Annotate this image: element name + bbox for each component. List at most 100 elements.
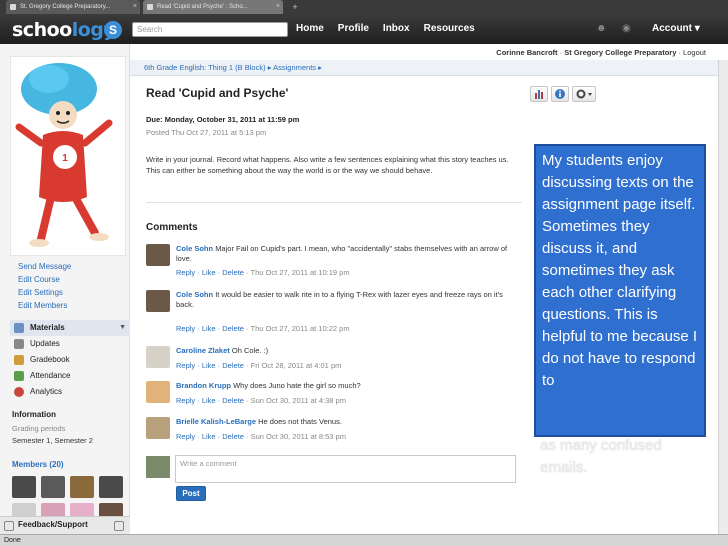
assignment-toolbar xyxy=(530,86,599,102)
reply-like-delete-links[interactable]: Reply · Like · Delete xyxy=(176,396,244,405)
annotation-callout: My students enjoy discussing texts on th… xyxy=(534,144,706,437)
people-icon[interactable]: ☻ xyxy=(596,24,608,34)
information-heading: Information xyxy=(12,410,56,419)
status-bar: Done xyxy=(0,534,728,546)
edit-members-link[interactable]: Edit Members xyxy=(18,299,71,312)
sidebar-item-analytics[interactable]: Analytics xyxy=(10,384,130,400)
commenter-name[interactable]: Caroline Zlaket xyxy=(176,346,230,355)
new-tab-button[interactable]: + xyxy=(288,1,302,13)
member-avatar[interactable] xyxy=(70,476,94,498)
avatar[interactable] xyxy=(146,417,170,439)
comment-body: Caroline Zlaket Oh Cole. :) xyxy=(176,346,520,356)
updates-icon xyxy=(14,339,24,349)
member-avatar[interactable] xyxy=(41,476,65,498)
divider xyxy=(146,202,522,203)
commenter-name[interactable]: Cole Sohn xyxy=(176,290,213,299)
analytics-icon xyxy=(14,387,24,397)
assignment-description: Write in your journal. Record what happe… xyxy=(146,155,509,175)
close-tab-icon[interactable]: × xyxy=(276,0,280,14)
commenter-name[interactable]: Cole Sohn xyxy=(176,244,213,253)
browser-tab[interactable]: St. Gregory College Preparatory... × xyxy=(6,0,140,14)
tab-title: Read 'Cupid and Psyche' : Scho... xyxy=(157,4,248,10)
comment-text: Why does Juno hate the girl so much? xyxy=(233,381,361,390)
settings-button[interactable] xyxy=(572,86,596,102)
comment-date: · Thu Oct 27, 2011 at 10:22 pm xyxy=(243,324,350,333)
page-title: Read 'Cupid and Psyche' xyxy=(146,86,289,100)
sidebar-item-updates[interactable]: Updates xyxy=(10,336,130,352)
browser-tab-bar: St. Gregory College Preparatory... × Rea… xyxy=(0,0,728,14)
comment-body: Brielle Kalish-LeBarge He does not thats… xyxy=(176,417,520,427)
info-button[interactable] xyxy=(551,86,569,102)
favicon-icon xyxy=(147,4,153,10)
scrollbar[interactable] xyxy=(718,60,728,534)
grading-periods-value: Semester 1, Semester 2 xyxy=(12,436,93,445)
nav-home[interactable]: Home xyxy=(296,14,324,44)
account-menu[interactable]: Account ▾ xyxy=(652,14,700,44)
edit-settings-link[interactable]: Edit Settings xyxy=(18,286,71,299)
comment-date: · Sun Oct 30, 2011 at 8:53 pm xyxy=(243,432,346,441)
tab-title: St. Gregory College Preparatory... xyxy=(20,4,111,10)
school-name[interactable]: St Gregory College Preparatory xyxy=(564,48,676,57)
notifications-icon[interactable]: ◉ xyxy=(622,24,634,34)
avatar[interactable] xyxy=(146,290,170,312)
logout-link[interactable]: · Logout xyxy=(678,48,706,57)
avatar xyxy=(146,456,170,478)
breadcrumb-course[interactable]: 6th Grade English: Thing 1 (B Block) xyxy=(144,63,266,72)
nav-inbox[interactable]: Inbox xyxy=(383,14,410,44)
sidebar-item-label: Materials xyxy=(30,323,65,332)
sidebar-item-label: Attendance xyxy=(30,371,71,380)
left-sidebar: 1 Send Message Edit Course Edit Settings… xyxy=(0,44,130,546)
post-button[interactable]: Post xyxy=(176,486,206,501)
chevron-down-icon[interactable]: ▼ xyxy=(119,320,126,336)
comment-actions: Reply · Like · Delete · Thu Oct 27, 2011… xyxy=(176,324,350,333)
close-tab-icon[interactable]: × xyxy=(133,0,137,14)
avatar[interactable] xyxy=(146,381,170,403)
user-bar: Corinne Bancroft · St Gregory College Pr… xyxy=(130,44,728,60)
user-name[interactable]: Corinne Bancroft xyxy=(496,48,557,57)
gradebook-icon xyxy=(14,355,24,365)
members-heading[interactable]: Members (20) xyxy=(12,460,64,469)
due-date: Due: Monday, October 31, 2011 at 11:59 p… xyxy=(146,115,300,124)
comment-actions: Reply · Like · Delete · Thu Oct 27, 2011… xyxy=(176,268,350,277)
comment-body: Cole Sohn It would be easier to walk rit… xyxy=(176,290,520,310)
info-icon xyxy=(555,89,565,99)
comment-actions: Reply · Like · Delete · Sun Oct 30, 2011… xyxy=(176,432,346,441)
edit-course-link[interactable]: Edit Course xyxy=(18,273,71,286)
sidebar-item-label: Gradebook xyxy=(30,355,70,364)
breadcrumb-assignments[interactable]: Assignments xyxy=(273,63,316,72)
reply-like-delete-links[interactable]: Reply · Like · Delete xyxy=(176,324,244,333)
thing-one-illustration: 1 xyxy=(15,63,113,247)
comment-actions: Reply · Like · Delete · Sun Oct 30, 2011… xyxy=(176,396,346,405)
member-avatar[interactable] xyxy=(12,476,36,498)
search-input[interactable]: Search xyxy=(132,22,288,37)
member-avatar[interactable] xyxy=(99,476,123,498)
annotation-text: My students enjoy discussing texts on th… xyxy=(542,152,698,389)
commenter-name[interactable]: Brielle Kalish-LeBarge xyxy=(176,417,256,426)
avatar[interactable] xyxy=(146,244,170,266)
logo-badge-icon: S xyxy=(104,21,122,39)
comment-text: It would be easier to walk rite in to a … xyxy=(176,290,503,309)
comment-date: · Thu Oct 27, 2011 at 10:19 pm xyxy=(243,268,350,277)
favicon-icon xyxy=(10,4,16,10)
browser-tab-active[interactable]: Read 'Cupid and Psyche' : Scho... × xyxy=(143,0,283,14)
feedback-bar: Feedback/Support xyxy=(0,516,130,534)
reply-like-delete-links[interactable]: Reply · Like · Delete xyxy=(176,432,244,441)
main-nav-links: Home Profile Inbox Resources xyxy=(296,14,489,44)
nav-profile[interactable]: Profile xyxy=(338,14,369,44)
collapse-icon[interactable] xyxy=(114,521,124,531)
send-message-link[interactable]: Send Message xyxy=(18,260,71,273)
reply-like-delete-links[interactable]: Reply · Like · Delete xyxy=(176,361,244,370)
course-menu: Materials ▼ Updates Gradebook Attendance… xyxy=(10,320,130,400)
nav-resources[interactable]: Resources xyxy=(424,14,475,44)
reply-like-delete-links[interactable]: Reply · Like · Delete xyxy=(176,268,244,277)
sidebar-item-attendance[interactable]: Attendance xyxy=(10,368,130,384)
avatar[interactable] xyxy=(146,346,170,368)
grading-periods-label: Grading periods xyxy=(12,424,66,433)
sidebar-item-materials[interactable]: Materials ▼ xyxy=(10,320,130,336)
sidebar-item-gradebook[interactable]: Gradebook xyxy=(10,352,130,368)
feedback-support-button[interactable]: Feedback/Support xyxy=(18,520,88,529)
commenter-name[interactable]: Brandon Krupp xyxy=(176,381,231,390)
comment-input[interactable]: Write a comment xyxy=(175,455,516,483)
analytics-button[interactable] xyxy=(530,86,548,102)
schoology-logo[interactable]: schoology xyxy=(12,19,116,41)
